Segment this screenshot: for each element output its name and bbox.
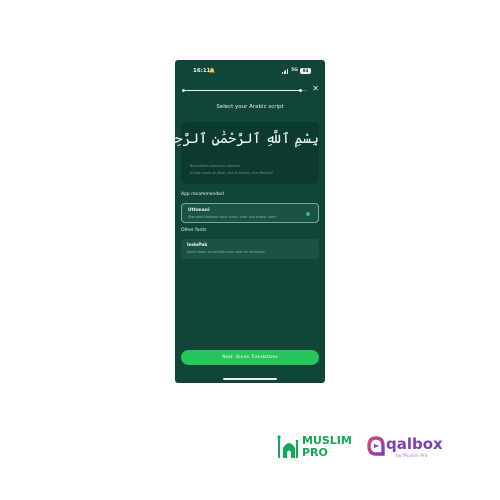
option-description: South Asian script with extra aids for r… (187, 250, 265, 254)
option-indopak[interactable]: IndoPak South Asian script with extra ai… (181, 239, 319, 259)
network-type: 5G (291, 68, 298, 73)
phone-screen: 16:11 🔔 5G 84 ✕ Select your Arabic scrip… (175, 60, 325, 383)
option-name: Uthmani (188, 208, 210, 213)
muslim-pro-logo: MUSLIM PRO (276, 432, 354, 464)
next-button[interactable]: Next: Quran Translations (181, 350, 319, 365)
page-title: Select your Arabic script (216, 104, 284, 110)
transliteration-text: Bismillahir-rahmanir-raheem (190, 164, 240, 168)
selected-radio-icon[interactable] (306, 212, 310, 216)
option-uthmani[interactable]: Uthmani Standard Madinah-style script, c… (181, 203, 319, 223)
other-fonts-heading: Other fonts (181, 228, 207, 233)
battery-icon: 84 (300, 68, 311, 74)
progress-end-dot (299, 89, 303, 92)
muslim-pro-word1: MUSLIM (302, 434, 352, 447)
translation-text: In the name of Allah, the Gracious, the … (190, 171, 273, 175)
signal-icon (282, 69, 288, 74)
bell-icon: 🔔 (209, 68, 216, 74)
recommended-heading: App recommended (181, 192, 224, 197)
qalbox-wordmark: qalbox (386, 435, 443, 453)
script-preview-card: بِسْمِ ٱللَّهِ ٱلرَّحْمَٰنِ ٱلرَّحِيمِ ۝… (175, 122, 319, 184)
progress-fill (183, 90, 301, 91)
progress-start-dot (182, 89, 185, 92)
qalbox-mark-icon (367, 436, 385, 456)
option-description: Standard Madinah-style script, clear and… (188, 215, 276, 219)
onboarding-progress (182, 89, 307, 92)
arabic-preview-text: بِسْمِ ٱللَّهِ ٱلرَّحْمَٰنِ ٱلرَّحِيمِ ۝ (175, 131, 319, 147)
home-indicator (223, 378, 277, 380)
option-name: IndoPak (187, 243, 208, 248)
qalbox-byline: by Muslim Pro (396, 454, 428, 459)
close-icon[interactable]: ✕ (312, 85, 319, 93)
status-time: 16:11 (193, 68, 211, 74)
mosque-icon (277, 435, 299, 458)
qalbox-logo: qalbox by Muslim Pro (366, 436, 466, 468)
muslim-pro-word2: PRO (302, 446, 328, 459)
status-bar: 16:11 🔔 5G 84 (175, 68, 325, 76)
